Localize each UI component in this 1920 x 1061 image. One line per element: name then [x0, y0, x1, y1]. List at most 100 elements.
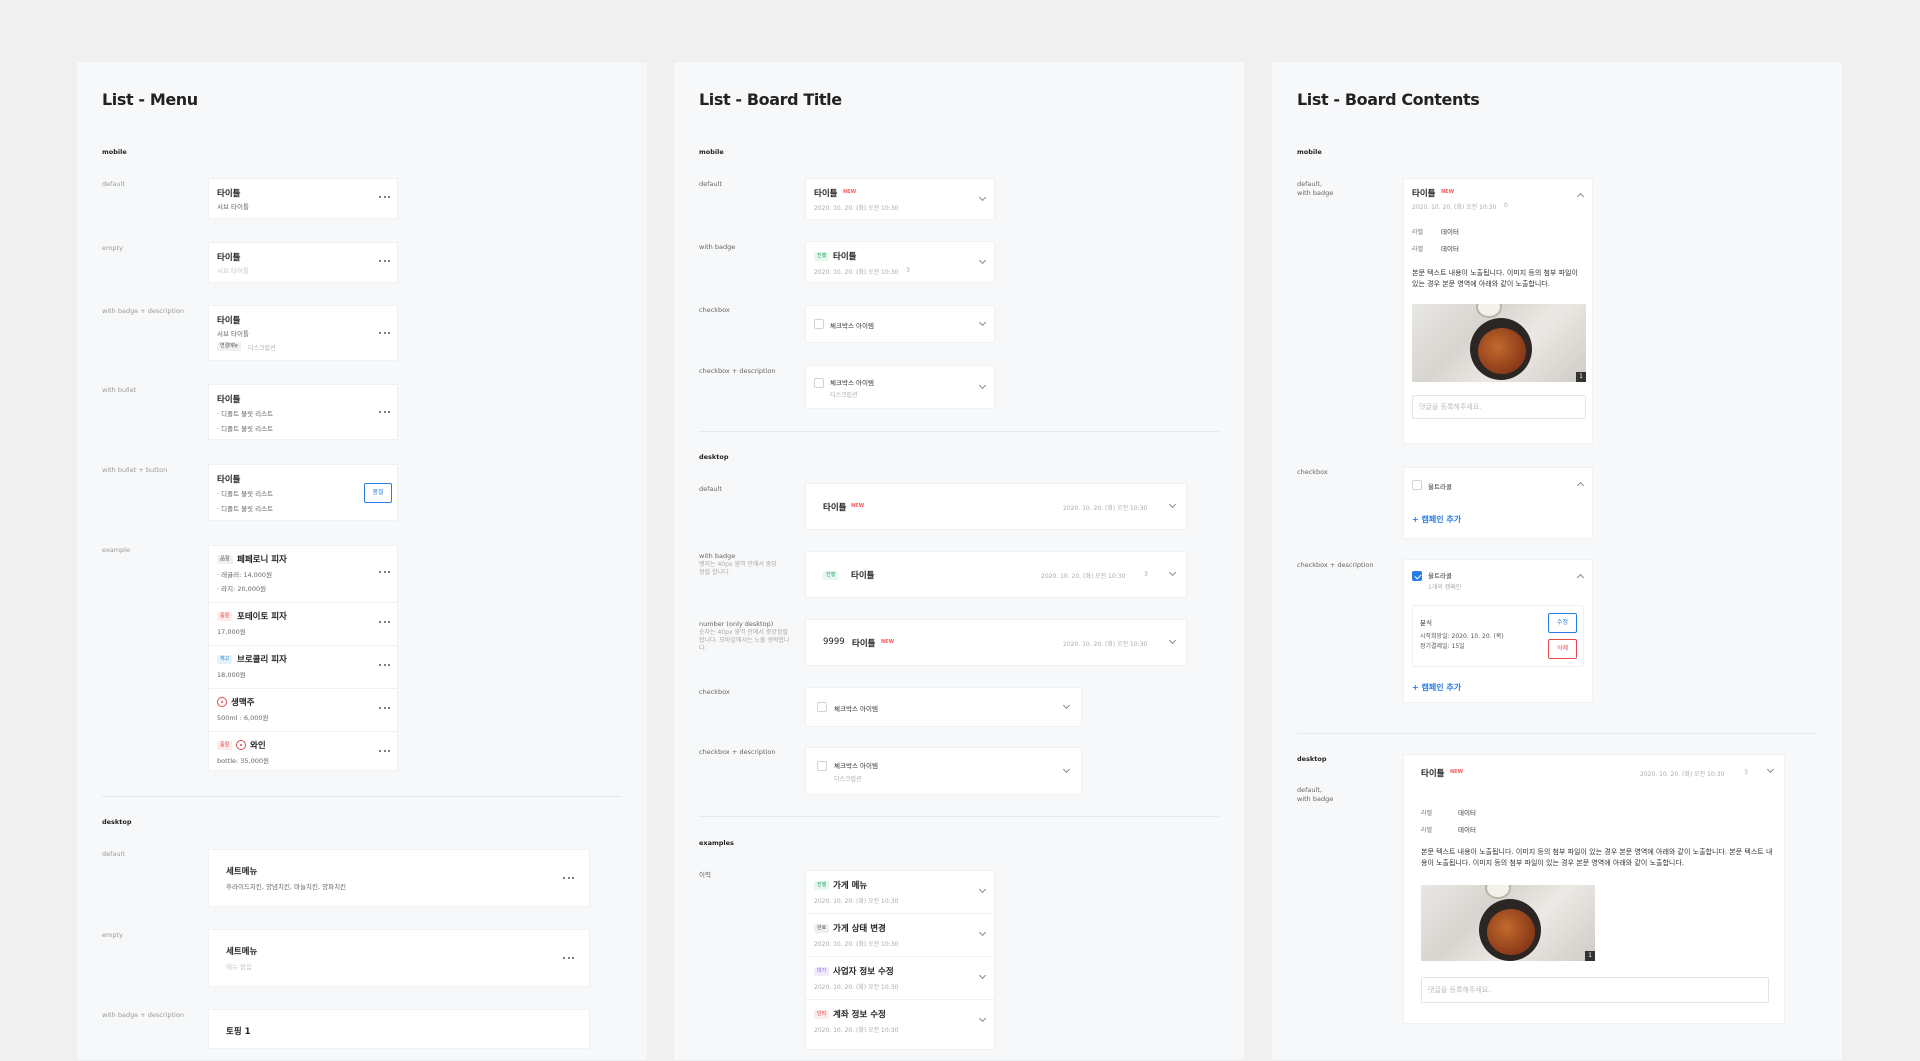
menu-item-bullet-button[interactable]: 타이틀 · 디폴트 불릿 리스트 · 디폴트 불릿 리스트 품절 — [208, 464, 398, 521]
bullet-item: · 디폴트 불릿 리스트 — [217, 505, 274, 513]
row-label-text: number (only desktop) — [699, 620, 774, 628]
checkbox[interactable] — [814, 378, 824, 388]
item-subtitle: 서브 타이틀 — [217, 330, 249, 338]
chevron-down-icon[interactable] — [978, 256, 987, 265]
chevron-down-icon[interactable] — [978, 1014, 987, 1023]
new-badge: NEW — [843, 189, 857, 195]
chevron-up-icon[interactable] — [1576, 481, 1585, 490]
chevron-down-icon[interactable] — [978, 928, 987, 937]
checkbox[interactable] — [814, 319, 824, 329]
chevron-down-icon[interactable] — [1168, 500, 1177, 509]
chevron-down-icon[interactable] — [1168, 636, 1177, 645]
new-badge: NEW — [881, 639, 895, 645]
menu-item-desktop-empty[interactable]: 세트메뉴 메뉴 없음 — [208, 929, 590, 987]
list-item[interactable]: 品절 페페로니 피자 · 레귤러: 14,000원 · 라지: 20,000원 — [209, 546, 397, 602]
chevron-down-icon[interactable] — [978, 381, 987, 390]
chevron-down-icon[interactable] — [1168, 568, 1177, 577]
list-item[interactable]: 진행 가게 메뉴 2020. 10. 20. (화) 오전 10:30 — [806, 871, 994, 913]
more-icon[interactable] — [379, 707, 391, 711]
edit-button[interactable]: 수정 — [1548, 613, 1577, 633]
board-title-checkbox[interactable]: 체크박스 아이템 — [805, 305, 995, 343]
chevron-down-icon[interactable] — [1062, 701, 1071, 710]
more-icon[interactable] — [563, 957, 575, 961]
board-title-desktop-default[interactable]: 타이틀 NEW 2020. 10. 20. (화) 오전 10:30 — [805, 483, 1187, 530]
item-subtitle: 서브 타이틀 — [217, 203, 249, 211]
chevron-up-icon[interactable] — [1576, 192, 1585, 201]
checkbox-description: 1개의 캠페인 — [1428, 584, 1462, 591]
checkbox-checked[interactable] — [1412, 571, 1422, 581]
chevron-down-icon[interactable] — [978, 971, 987, 980]
menu-item-default[interactable]: 타이틀 서브 타이틀 — [208, 178, 398, 219]
comment-input[interactable]: 댓글을 등록해주세요. — [1412, 395, 1586, 419]
row-label-note: 뱃지는 40px 영역 안에서 중앙정렬 합니다. — [699, 561, 777, 576]
checkbox-label: 체크박스 아이템 — [834, 705, 878, 713]
item-date: 2020. 10. 20. (화) 오전 10:30 — [814, 205, 899, 212]
more-icon[interactable] — [379, 750, 391, 754]
checkbox[interactable] — [817, 702, 827, 712]
comment-count: 3 — [1744, 769, 1748, 776]
kv-row: 라벨 데이터 — [1412, 226, 1459, 236]
item-number: 9999 — [823, 637, 845, 647]
chevron-down-icon[interactable] — [1766, 765, 1775, 774]
chevron-down-icon[interactable] — [978, 318, 987, 327]
menu-item-bullet[interactable]: 타이틀 · 디폴트 불릿 리스트 · 디폴트 불릿 리스트 — [208, 384, 398, 440]
checkbox[interactable] — [817, 761, 827, 771]
board-title-desktop-checkbox-desc[interactable]: 체크박스 아이템 디스크립션 — [805, 747, 1082, 795]
checkbox[interactable] — [1412, 480, 1422, 490]
board-title-desktop-checkbox[interactable]: 체크박스 아이템 — [805, 687, 1082, 727]
row-label-text: default, — [1297, 786, 1322, 794]
item-line: 500ml : 6,000원 — [217, 714, 269, 722]
row-label-with-badge: with badge — [699, 243, 736, 251]
board-title-with-badge[interactable]: 진행 타이틀 2020. 10. 20. (화) 오전 10:30 3 — [805, 241, 995, 283]
list-item[interactable]: 대기 사업자 정보 수정 2020. 10. 20. (화) 오전 10:30 — [806, 957, 994, 999]
board-title-desktop-number[interactable]: 9999 타이틀 NEW 2020. 10. 20. (화) 오전 10:30 — [805, 619, 1187, 666]
menu-item-empty[interactable]: 타이틀 서브 타이틀 — [208, 242, 398, 283]
board-title-desktop-with-badge[interactable]: 진행 타이틀 2020. 10. 20. (화) 오전 10:30 3 — [805, 551, 1187, 598]
kv-value: 데이터 — [1441, 228, 1459, 236]
row-label-checkbox-desc: checkbox + description — [699, 367, 776, 375]
more-icon[interactable] — [379, 411, 391, 415]
menu-item-desktop-badge-desc[interactable]: 토핑 1 — [208, 1009, 590, 1049]
list-item[interactable]: 품절 와인 bottle: 35,000원 — [209, 732, 397, 772]
chevron-down-icon[interactable] — [978, 193, 987, 202]
panel-list-menu: List - Menu mobile default 타이틀 서브 타이틀 em… — [76, 61, 648, 1061]
status-badge: 품절 — [217, 612, 233, 621]
chevron-down-icon[interactable] — [978, 885, 987, 894]
chevron-up-icon[interactable] — [1576, 573, 1585, 582]
more-icon[interactable] — [379, 571, 391, 575]
board-content-checkbox-desc[interactable]: 울트라콜 1개의 캠페인 분식 시작희망일: 2020. 10. 20. (목)… — [1403, 559, 1593, 703]
add-campaign-link[interactable]: + 캠페인 추가 — [1412, 514, 1461, 525]
board-content-checkbox[interactable]: 울트라콜 + 캠페인 추가 — [1403, 467, 1593, 539]
list-item[interactable]: 생맥주 500ml : 6,000원 — [209, 689, 397, 731]
more-icon[interactable] — [563, 877, 575, 881]
board-title-default[interactable]: 타이틀 NEW 2020. 10. 20. (화) 오전 10:30 — [805, 178, 995, 220]
item-title: 생맥주 — [231, 698, 255, 708]
item-date: 2020. 10. 20. (화) 오전 10:30 — [814, 984, 899, 991]
section-desktop: desktop — [699, 453, 729, 461]
list-item[interactable]: 품절 포테이토 피자 17,000원 — [209, 603, 397, 645]
more-icon[interactable] — [379, 621, 391, 625]
more-icon[interactable] — [379, 260, 391, 264]
list-item[interactable]: 반려 계좌 정보 수정 2020. 10. 20. (화) 오전 10:30 — [806, 1000, 994, 1042]
attached-image[interactable]: 1 — [1421, 885, 1595, 961]
image-count-badge: 1 — [1585, 951, 1595, 961]
list-item[interactable]: 재고 브로콜리 피자 18,000원 — [209, 646, 397, 688]
row-label-text: with badge — [1297, 795, 1334, 803]
menu-example-list: 品절 페페로니 피자 · 레귤러: 14,000원 · 라지: 20,000원 … — [208, 545, 398, 771]
item-title: 브로콜리 피자 — [237, 655, 287, 665]
more-icon[interactable] — [379, 196, 391, 200]
attached-image[interactable]: 1 — [1412, 304, 1586, 382]
list-item[interactable]: 완료 가게 상태 변경 2020. 10. 20. (화) 오전 10:30 — [806, 914, 994, 956]
add-campaign-link[interactable]: + 캠페인 추가 — [1412, 682, 1461, 693]
comment-input[interactable]: 댓글을 등록해주세요. — [1421, 977, 1769, 1003]
menu-item-badge-desc[interactable]: 타이틀 서브 타이틀 연결메뉴 디스크립션 — [208, 305, 398, 361]
new-badge: NEW — [1450, 769, 1464, 775]
soldout-button[interactable]: 품절 — [364, 483, 392, 503]
menu-item-desktop-default[interactable]: 세트메뉴 후라이드치킨, 양념치킨, 마늘치킨, 양파치킨 — [208, 849, 590, 907]
section-mobile: mobile — [699, 148, 724, 156]
chevron-down-icon[interactable] — [1062, 765, 1071, 774]
more-icon[interactable] — [379, 332, 391, 336]
board-title-checkbox-desc[interactable]: 체크박스 아이템 디스크립션 — [805, 365, 995, 409]
more-icon[interactable] — [379, 664, 391, 668]
delete-button[interactable]: 삭제 — [1548, 639, 1577, 659]
